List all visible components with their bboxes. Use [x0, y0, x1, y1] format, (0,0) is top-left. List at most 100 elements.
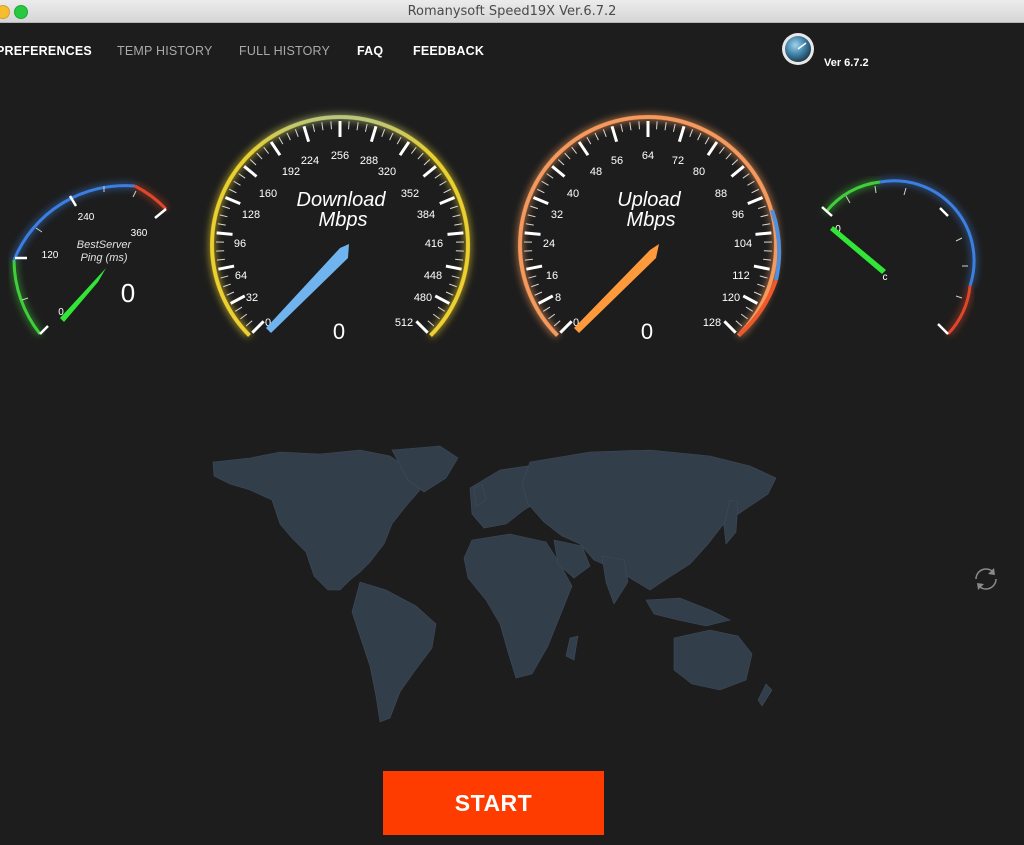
- upload-tick-56: 56: [611, 155, 623, 167]
- download-tick-256: 256: [331, 150, 349, 162]
- minor-tick-mark: [740, 313, 748, 320]
- minor-tick-mark: [757, 205, 766, 210]
- minor-tick-mark: [312, 123, 316, 132]
- download-tick-448: 448: [424, 270, 442, 282]
- download-tick-320: 320: [378, 166, 396, 178]
- minor-tick-mark: [356, 122, 359, 131]
- minor-tick-mark: [222, 205, 231, 210]
- upload-tick-8: 8: [555, 292, 561, 304]
- minor-tick-mark: [381, 129, 386, 137]
- minor-tick-mark: [216, 258, 225, 261]
- minor-tick-mark: [229, 188, 237, 194]
- minor-tick-mark: [735, 320, 743, 327]
- ping-gauge: 0 120 240 360 BestServer Ping (ms) 0: [12, 184, 168, 335]
- secondary-gauge: 0 c: [821, 179, 976, 336]
- minor-tick-mark: [238, 173, 246, 179]
- minor-tick-mark: [449, 283, 457, 288]
- minor-tick-mark: [620, 123, 624, 132]
- minor-tick-mark: [656, 121, 658, 130]
- gauges-area: 0 120 240 360 BestServer Ping (ms) 0 Dow…: [12, 114, 976, 375]
- minor-tick-mark: [542, 306, 551, 312]
- minor-tick-mark: [524, 258, 533, 261]
- upload-label-line1: Upload: [617, 189, 681, 211]
- minor-tick-mark: [546, 173, 554, 179]
- major-tick-mark: [229, 294, 246, 305]
- minor-tick-mark: [689, 129, 694, 137]
- upload-tick-16: 16: [546, 270, 558, 282]
- major-tick-mark: [445, 264, 462, 271]
- minor-tick-mark: [330, 121, 332, 130]
- minor-tick-mark: [451, 275, 460, 279]
- minor-tick-mark: [263, 146, 270, 154]
- minor-tick-mark: [454, 223, 463, 226]
- minor-tick-mark: [586, 136, 592, 145]
- secondary-center-label: c: [883, 272, 888, 283]
- download-tick-352: 352: [401, 188, 419, 200]
- minor-tick-mark: [437, 306, 446, 312]
- major-tick-mark: [369, 125, 378, 143]
- north-america: [212, 449, 421, 591]
- major-tick-mark: [526, 264, 543, 271]
- minor-tick-mark: [718, 146, 725, 154]
- minor-tick-mark: [753, 291, 762, 296]
- minor-tick-mark: [348, 121, 350, 130]
- major-tick-mark: [269, 141, 282, 157]
- upload-tick-80: 80: [693, 166, 705, 178]
- major-tick-mark: [447, 231, 464, 236]
- minor-tick-mark: [249, 159, 257, 166]
- minor-tick-mark: [747, 180, 755, 186]
- major-tick-mark: [224, 196, 241, 206]
- major-tick-mark: [723, 320, 737, 334]
- minor-tick-mark: [427, 320, 435, 327]
- minor-tick-mark: [226, 291, 235, 296]
- upload-value: 0: [641, 319, 653, 344]
- minor-tick-mark: [294, 129, 299, 137]
- major-tick-mark: [706, 141, 719, 157]
- major-tick-mark: [755, 231, 772, 236]
- minor-tick-mark: [760, 214, 769, 218]
- upload-tick-104: 104: [734, 238, 752, 250]
- minor-tick-mark: [389, 132, 394, 141]
- download-label-line1: Download: [297, 189, 387, 211]
- minor-tick-mark: [240, 313, 248, 320]
- minor-tick-mark: [223, 283, 231, 288]
- minor-tick-mark: [759, 275, 768, 279]
- minor-tick-mark: [525, 223, 534, 226]
- download-tick-288: 288: [360, 155, 378, 167]
- major-tick-mark: [742, 294, 759, 305]
- major-tick-mark: [243, 165, 258, 178]
- minor-tick-mark: [757, 283, 765, 288]
- minor-tick-mark: [217, 223, 226, 226]
- upload-label-line2: Mbps: [627, 209, 676, 231]
- major-tick-mark: [415, 320, 429, 334]
- major-tick-mark: [398, 141, 411, 157]
- india: [601, 555, 629, 605]
- ping-label-line2: Ping (ms): [80, 252, 127, 264]
- refresh-icon[interactable]: [970, 563, 1002, 595]
- major-tick-mark: [537, 294, 554, 305]
- minor-tick-mark: [594, 132, 599, 141]
- major-tick-mark: [218, 264, 235, 271]
- major-tick-mark: [559, 320, 573, 334]
- minor-tick-mark: [364, 123, 368, 132]
- minor-tick-mark: [548, 313, 556, 320]
- start-button[interactable]: START: [383, 771, 604, 835]
- australia: [673, 629, 753, 691]
- minor-tick-mark: [445, 291, 454, 296]
- minor-tick-mark: [321, 122, 324, 131]
- ping-value: 0: [121, 278, 135, 308]
- minor-tick-mark: [286, 132, 291, 141]
- minor-tick-mark: [541, 180, 549, 186]
- major-tick-mark: [439, 196, 456, 206]
- minor-tick-mark: [629, 122, 632, 131]
- minor-tick-mark: [534, 291, 543, 296]
- ping-tick-120: 120: [42, 250, 59, 261]
- minor-tick-mark: [742, 173, 750, 179]
- download-tick-32: 32: [246, 292, 258, 304]
- minor-tick-mark: [417, 152, 424, 160]
- new-zealand: [757, 683, 773, 707]
- upload-tick-96: 96: [732, 209, 744, 221]
- minor-tick-mark: [638, 121, 640, 130]
- download-tick-64: 64: [235, 270, 247, 282]
- upload-tick-40: 40: [567, 188, 579, 200]
